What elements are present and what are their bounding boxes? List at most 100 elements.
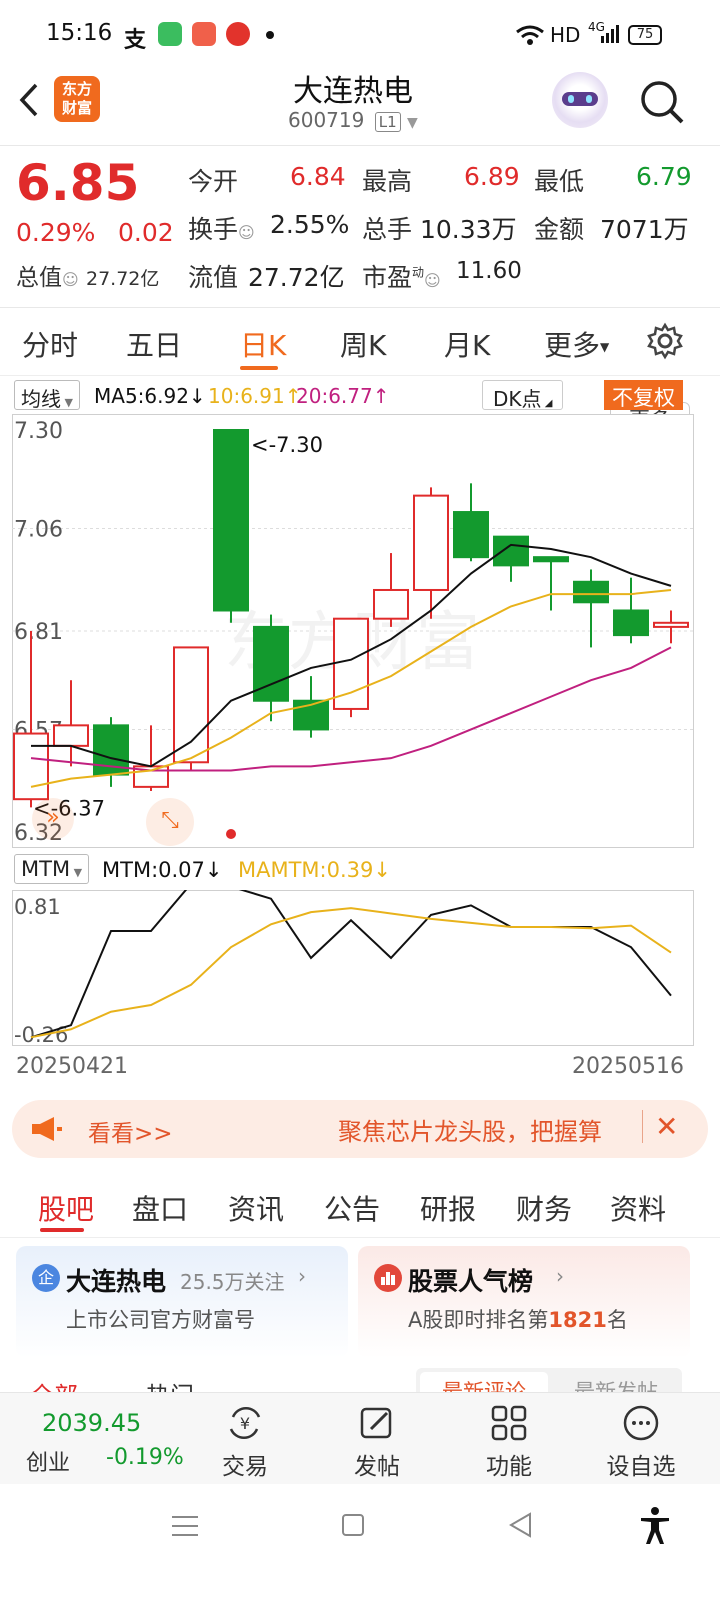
candle-body (573, 580, 609, 604)
section-tab-indicator (40, 1228, 84, 1232)
mamtm-value-label: MAMTM:0.39↓ (238, 858, 391, 882)
max-price-marker: <-7.30 (251, 433, 323, 457)
nav-trade[interactable]: ¥ 交易 (190, 1403, 300, 1481)
candle-body (533, 556, 569, 563)
nav-functions[interactable]: 功能 (454, 1403, 564, 1481)
float-cap-value: 27.72亿 (248, 263, 345, 292)
mtm-chart[interactable]: 0.81-0.26 (12, 890, 694, 1046)
gear-icon[interactable] (646, 322, 684, 360)
dk-point-button[interactable]: DK点 ◢ (482, 380, 564, 411)
svg-text:¥: ¥ (240, 1414, 250, 1433)
float-cap-label: 流值 (188, 263, 239, 292)
company-card[interactable]: 企 大连热电 25.5万关注 › 上市公司官方财富号 (16, 1246, 348, 1358)
more-dots-icon (623, 1405, 659, 1441)
high-value: 6.89 (464, 162, 520, 191)
subtab-latest-posts[interactable]: 最新发帖 (552, 1376, 680, 1392)
tab-announcements[interactable]: 公告 (324, 1188, 380, 1228)
candle-body (373, 588, 409, 620)
quote-panel: 6.85 0.29% 0.02 总值☺ 27.72亿 今开 6.84 最高 6.… (0, 146, 720, 438)
section-tabs: 股吧 盘口 资讯 公告 研报 财务 资料 (0, 1180, 720, 1238)
search-icon[interactable] (638, 78, 686, 126)
adjust-button[interactable]: 不复权 (604, 380, 683, 410)
tab-profile[interactable]: 资料 (610, 1188, 666, 1228)
tab-daily-k[interactable]: 日K (240, 324, 286, 364)
mtm-selector[interactable]: MTM ▼ (14, 854, 90, 884)
volume-label: 总手 (362, 215, 413, 244)
candle-body (53, 724, 89, 747)
megaphone-icon (32, 1117, 62, 1141)
change-pct: 0.29% (16, 218, 96, 247)
high-label: 最高 (362, 167, 413, 196)
ma-legend-bar: 均线 ▼ MA5:6.92↓ 10:6.91↑ 20:6.77↑ DK点 ◢ 不… (0, 380, 720, 414)
tab-monthly-k[interactable]: 月K (444, 324, 490, 364)
candle-body (653, 621, 689, 628)
tab-news[interactable]: 资讯 (228, 1188, 284, 1228)
rank-number: 1821 (548, 1308, 607, 1332)
tab-intraday[interactable]: 分时 (22, 324, 78, 364)
tab-more[interactable]: 更多▼ (544, 324, 609, 364)
index-widget[interactable]: 2039.45 创业 -0.19% (20, 1405, 190, 1477)
candle-body (453, 511, 489, 559)
collapse-button[interactable]: » (32, 798, 74, 840)
amount-value: 7071万 (600, 215, 689, 244)
nav-post[interactable]: 发帖 (322, 1403, 432, 1481)
dot-icon (266, 31, 274, 39)
change-abs: 0.02 (118, 218, 174, 247)
promo-banner[interactable]: 看看>> 聚焦芯片龙头股，把握算 ✕ (12, 1100, 708, 1158)
ma10-label: 10:6.91↑ (208, 384, 302, 408)
candle-body (413, 494, 449, 591)
candlestick-chart[interactable]: 7.307.066.816.576.32东方财富<-7.30<-6.37 (12, 414, 694, 848)
wifi-icon (516, 25, 544, 45)
menu-icon[interactable] (172, 1514, 198, 1538)
battery-level: 75 (636, 27, 654, 42)
chevron-right-icon: › (298, 1264, 306, 1288)
event-dot-marker (226, 829, 236, 839)
stock-code-row[interactable]: 600719 L1 ▼ (288, 108, 418, 132)
ranking-chart-icon (374, 1264, 402, 1292)
ma5-label: MA5:6.92↓ (94, 384, 206, 408)
tab-forum[interactable]: 股吧 (38, 1188, 94, 1228)
expand-chart-button[interactable]: ⤡ (146, 798, 194, 846)
home-icon[interactable] (342, 1514, 364, 1536)
forum-subtabs: 全部 热门 最新评论 最新发帖 (0, 1366, 720, 1392)
system-nav-bar (0, 1484, 720, 1600)
tab-finance[interactable]: 财务 (516, 1188, 572, 1228)
subtab-all[interactable]: 全部 (30, 1376, 78, 1392)
chevron-down-icon: ▼ (406, 115, 418, 131)
subtab-latest-comments[interactable]: 最新评论 (420, 1372, 548, 1392)
index-change: -0.19% (106, 1445, 184, 1470)
network-label: HD (550, 23, 581, 47)
chevron-right-icon: › (556, 1264, 564, 1288)
tab-five-day[interactable]: 五日 (126, 324, 182, 364)
volume-value: 10.33万 (420, 215, 517, 244)
nav-watchlist[interactable]: 设自选 (586, 1403, 696, 1481)
accessibility-icon[interactable] (638, 1506, 672, 1546)
y-tick-label: 7.06 (14, 517, 63, 542)
company-followers: 25.5万关注 (180, 1270, 285, 1294)
info-icon: ☺ (62, 270, 79, 289)
tab-research[interactable]: 研报 (420, 1188, 476, 1228)
index-name: 创业 (26, 1451, 71, 1476)
tab-handicap[interactable]: 盘口 (132, 1188, 188, 1228)
candle-body (493, 535, 529, 567)
pe-label: 市盈动☺ (362, 263, 441, 292)
popularity-card[interactable]: 股票人气榜 › A股即时排名第1821名 (358, 1246, 690, 1358)
nav-watchlist-label: 设自选 (606, 1454, 676, 1480)
x-start-date: 20250421 (16, 1054, 128, 1079)
subtab-hot[interactable]: 热门 (146, 1376, 194, 1392)
back-icon[interactable] (508, 1512, 532, 1538)
close-icon[interactable]: ✕ (642, 1110, 678, 1143)
ma20-label: 20:6.77↑ (296, 384, 390, 408)
tab-weekly-k[interactable]: 周K (340, 324, 386, 364)
enterprise-badge-icon: 企 (32, 1264, 60, 1292)
open-value: 6.84 (290, 162, 346, 191)
mtm-legend: MTM ▼ MTM:0.07↓ MAMTM:0.39↓ (0, 854, 720, 886)
ma-selector[interactable]: 均线 ▼ (14, 380, 80, 411)
candle-body (613, 609, 649, 637)
subtab-group: 最新评论 最新发帖 (416, 1368, 682, 1392)
mtm-frame (12, 890, 694, 1046)
robot-assistant-icon[interactable] (552, 72, 608, 128)
index-value: 2039.45 (42, 1409, 142, 1437)
candle-body (173, 646, 209, 764)
caret-down-icon: ▼ (600, 340, 610, 354)
